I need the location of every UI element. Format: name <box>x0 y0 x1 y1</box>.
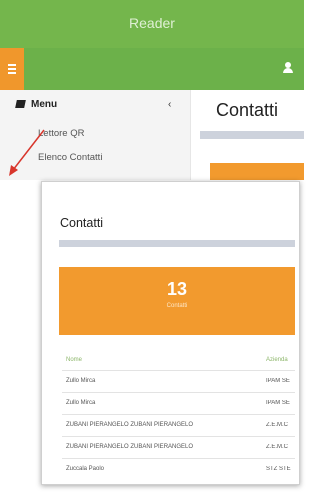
table-row[interactable]: ZUBANI PIERANGELO ZUBANI PIERANGELO Z.E.… <box>62 436 295 458</box>
app-screenshot: Reader Menu ‹ Lettore QR Elenco Contatti… <box>0 0 304 180</box>
cell-azienda: STZ STE <box>266 466 291 472</box>
contacts-count-value: 13 <box>166 279 188 299</box>
app-title: Reader <box>129 15 175 31</box>
contacts-table: Nome Azienda Zullo Mirca IPAM SE Zullo M… <box>62 352 295 480</box>
table-row[interactable]: Zullo Mirca IPAM SE <box>62 370 295 392</box>
sidebar-menu-label: Menu <box>31 99 58 110</box>
user-icon[interactable] <box>282 62 294 74</box>
column-header-nome[interactable]: Nome <box>66 357 82 363</box>
cell-nome: Zuccala Paolo <box>66 466 105 472</box>
cell-nome: ZUBANI PIERANGELO ZUBANI PIERANGELO <box>66 444 194 450</box>
zoomed-contacts-panel: Contatti 13 Contatti Nome Azienda Zullo … <box>41 181 300 485</box>
title-underline-bar <box>200 131 304 139</box>
zoomed-page-title: Contatti <box>60 216 104 230</box>
cell-azienda: IPAM SE <box>266 378 290 384</box>
hamburger-icon-line <box>8 72 16 74</box>
sidebar-menu-header[interactable]: Menu <box>15 99 58 110</box>
hamburger-icon-line <box>8 64 16 66</box>
cell-nome: ZUBANI PIERANGELO ZUBANI PIERANGELO <box>66 422 194 428</box>
cell-azienda: Z.E.M.C <box>266 444 288 450</box>
stat-card-preview <box>210 163 304 180</box>
page-title: Contatti <box>216 100 279 120</box>
sidebar: Menu ‹ Lettore QR Elenco Contatti <box>0 90 191 180</box>
hamburger-icon-line <box>8 68 16 70</box>
table-row[interactable]: Zuccala Paolo STZ STE <box>62 458 295 480</box>
sidebar-item-elenco-contatti[interactable]: Elenco Contatti <box>38 152 102 163</box>
table-row[interactable]: ZUBANI PIERANGELO ZUBANI PIERANGELO Z.E.… <box>62 414 295 436</box>
cell-nome: Zullo Mirca <box>66 400 96 406</box>
cell-nome: Zullo Mirca <box>66 378 96 384</box>
column-header-azienda[interactable]: Azienda <box>266 357 288 363</box>
table-header: Nome Azienda <box>62 352 295 370</box>
cell-azienda: Z.E.M.C <box>266 422 288 428</box>
sidebar-item-lettore-qr[interactable]: Lettore QR <box>38 128 84 139</box>
cell-azienda: IPAM SE <box>266 400 290 406</box>
navbar <box>0 48 304 90</box>
book-icon <box>15 100 26 108</box>
hamburger-menu-button[interactable] <box>0 48 24 90</box>
contacts-count-label: Contatti <box>166 303 188 309</box>
app-header: Reader <box>0 0 304 48</box>
chevron-left-icon[interactable]: ‹ <box>168 99 171 110</box>
contacts-count-card[interactable]: 13 Contatti <box>59 267 295 335</box>
table-row[interactable]: Zullo Mirca IPAM SE <box>62 392 295 414</box>
zoomed-title-bar <box>59 240 295 247</box>
